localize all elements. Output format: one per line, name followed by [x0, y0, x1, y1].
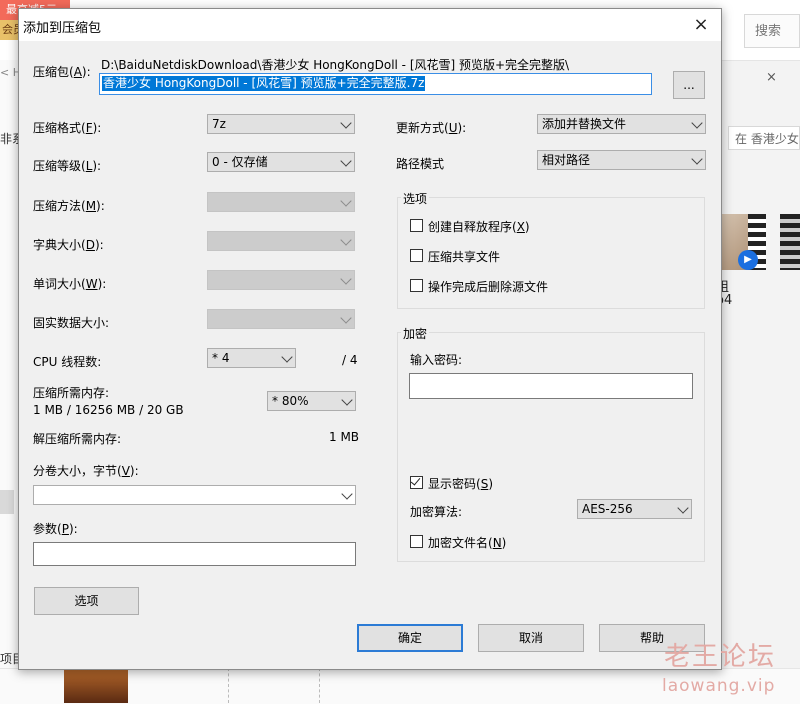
dictionary-select — [207, 231, 355, 251]
close-icon[interactable]: × — [683, 13, 719, 37]
path-mode-label: 路径模式 — [396, 157, 445, 171]
chevron-down-icon — [281, 351, 293, 363]
cpu-threads-select[interactable]: * 4 — [207, 348, 296, 368]
encryption-group-title: 加密 — [401, 325, 430, 342]
chevron-down-icon — [691, 117, 703, 129]
chevron-down-icon — [340, 195, 352, 207]
chevron-down-icon — [691, 153, 703, 165]
solid-size-label: 固实数据大小: — [33, 316, 110, 330]
background-search-input[interactable]: 在 香港少女 — [728, 126, 800, 150]
method-select — [207, 192, 355, 212]
options-button[interactable]: 选项 — [34, 587, 139, 615]
background-close-icon[interactable]: × — [766, 70, 777, 85]
cancel-button[interactable]: 取消 — [478, 624, 584, 652]
volume-size-label: 分卷大小，字节(V): — [33, 464, 139, 478]
chevron-down-icon — [341, 394, 353, 406]
password-label: 输入密码: — [410, 353, 463, 367]
cpu-threads-max: / 4 — [342, 353, 358, 367]
volume-size-select[interactable] — [33, 485, 356, 505]
background-scroll-marker — [0, 490, 14, 514]
format-label: 压缩格式(F): — [33, 121, 102, 135]
archive-name-input[interactable]: 香港少女 HongKongDoll - [风花雪] 预览版+完全完整版.7z — [99, 73, 652, 95]
browse-button[interactable]: ... — [673, 71, 705, 99]
memory-label: 压缩所需内存: — [33, 386, 110, 400]
watermark-url: laowang.vip — [662, 676, 776, 696]
drop-placeholder — [228, 668, 320, 703]
dialog-title: 添加到压缩包 — [23, 21, 102, 36]
play-icon: ▶ — [738, 250, 758, 270]
update-mode-select[interactable]: 添加并替换文件 — [537, 114, 706, 134]
chevron-down-icon — [340, 117, 352, 129]
background-search-button[interactable]: 搜索 — [744, 14, 800, 48]
ok-button[interactable]: 确定 — [357, 624, 463, 652]
delete-after-checkbox[interactable] — [410, 279, 423, 292]
encryption-method-select[interactable]: AES-256 — [577, 499, 692, 519]
word-size-label: 单词大小(W): — [33, 277, 107, 291]
chevron-down-icon — [341, 488, 353, 500]
chevron-down-icon — [677, 502, 689, 514]
chevron-down-icon — [340, 234, 352, 246]
filmstrip-icon — [780, 214, 800, 270]
background-left-panel — [0, 60, 20, 703]
format-select[interactable]: 7z — [207, 114, 355, 134]
solid-size-select — [207, 309, 355, 329]
dictionary-label: 字典大小(D): — [33, 238, 104, 252]
compress-shared-checkbox[interactable] — [410, 249, 423, 262]
title-bar: 添加到压缩包 × — [19, 9, 721, 41]
level-select[interactable]: 0 - 仅存储 — [207, 152, 355, 172]
watermark-text: 老王论坛 — [664, 642, 777, 672]
chevron-down-icon — [340, 155, 352, 167]
show-password-checkbox[interactable] — [410, 475, 423, 489]
path-mode-select[interactable]: 相对路径 — [537, 150, 706, 170]
video-thumbnail[interactable] — [64, 668, 128, 703]
options-group-title: 选项 — [401, 190, 430, 207]
chevron-down-icon — [340, 312, 352, 324]
method-label: 压缩方法(M): — [33, 199, 105, 213]
decompress-memory-label: 解压缩所需内存: — [33, 432, 122, 446]
cpu-threads-label: CPU 线程数: — [33, 355, 102, 369]
memory-percent-select[interactable]: * 80% — [267, 391, 356, 411]
word-size-select — [207, 270, 355, 290]
update-mode-label: 更新方式(U): — [396, 121, 467, 135]
memory-value: 1 MB / 16256 MB / 20 GB — [33, 403, 184, 417]
archive-directory: D:\BaiduNetdiskDownload\香港少女 HongKongDol… — [101, 58, 570, 72]
add-to-archive-dialog: 添加到压缩包 × 压缩包(A): D:\BaiduNetdiskDownload… — [18, 8, 722, 670]
encrypt-filenames-checkbox[interactable] — [410, 535, 423, 548]
decompress-memory-value: 1 MB — [329, 430, 360, 444]
password-input[interactable] — [409, 373, 693, 399]
parameters-input[interactable] — [33, 542, 356, 566]
level-label: 压缩等级(L): — [33, 159, 102, 173]
encryption-method-label: 加密算法: — [410, 505, 463, 519]
check-icon — [410, 475, 421, 486]
archive-label: 压缩包(A): — [33, 65, 91, 79]
chevron-down-icon — [340, 273, 352, 285]
archive-name-selected-text: 香港少女 HongKongDoll - [风花雪] 预览版+完全完整版.7z — [102, 76, 426, 91]
create-sfx-checkbox[interactable] — [410, 219, 423, 232]
parameters-label: 参数(P): — [33, 522, 78, 536]
